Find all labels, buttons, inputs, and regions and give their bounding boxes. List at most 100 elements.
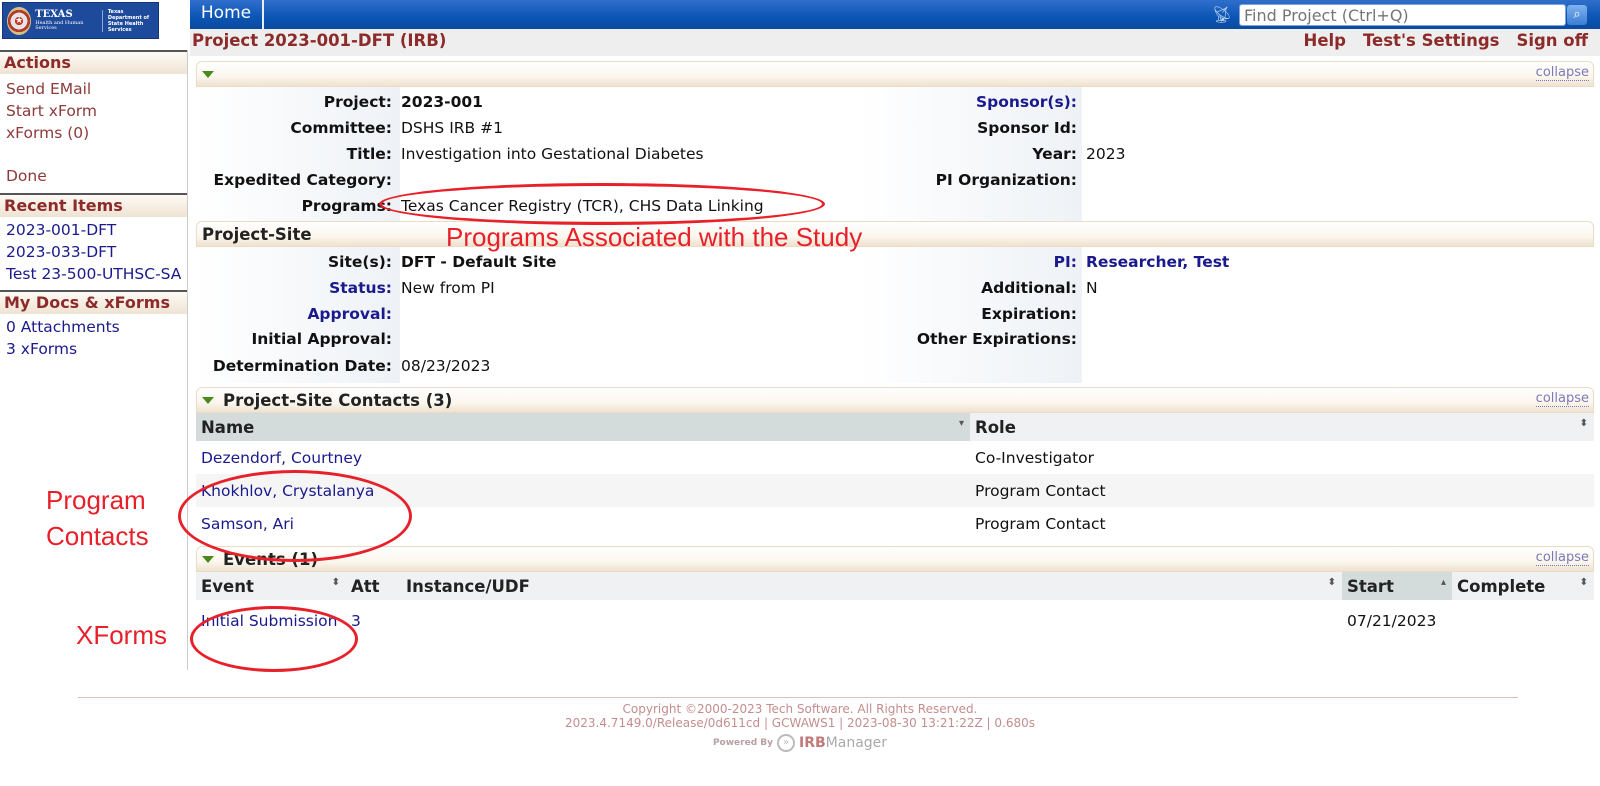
page-title: Project 2023-001-DFT (IRB) [192, 31, 447, 50]
table-row: Initial Submission 3 07/21/2023 [196, 600, 1594, 642]
sort-icon: ⬍ [331, 577, 340, 588]
additional-field: Additional: N [981, 279, 1098, 297]
xforms-link[interactable]: 3 xForms [6, 338, 187, 360]
logo-sub: Health and Human Services [35, 20, 84, 31]
start-date: 07/21/2023 [1347, 612, 1437, 630]
approval-field: Approval: [307, 305, 392, 323]
pi-link[interactable]: Researcher, Test [1077, 253, 1229, 271]
contact-role: Program Contact [970, 474, 1594, 507]
contact-role: Co-Investigator [975, 448, 1095, 467]
sort-icon: ⬍ [1579, 577, 1588, 588]
sort-desc-icon: ▾ [958, 418, 964, 429]
role-column-header[interactable]: Role ⬍ [970, 413, 1594, 441]
my-docs-list: 0 Attachments 3 xForms [0, 314, 187, 366]
sidebar-divider [187, 50, 188, 670]
footer-divider [78, 697, 1518, 698]
logo-dept: Texas Department of State Health Service… [107, 8, 150, 33]
sort-icon: ⬍ [1327, 577, 1336, 588]
collapse-link[interactable]: collapse [1535, 392, 1589, 407]
sponsors-field: Sponsor(s): [975, 93, 1077, 111]
programs-annotation: Programs Associated with the Study [446, 222, 863, 252]
contacts-title: Project-Site Contacts (3) [223, 391, 453, 410]
expand-triangle-icon[interactable] [202, 71, 214, 78]
project-site-info: Site(s): DFT - Default Site Status: New … [196, 247, 1594, 383]
sort-icon: ⬍ [1579, 418, 1588, 429]
logo-text: TEXAS [35, 9, 73, 20]
title-field: Title: Investigation into Gestational Di… [346, 145, 704, 163]
initial-approval-field: Initial Approval: [251, 330, 392, 348]
complete-date [1452, 600, 1594, 642]
xforms-annotation-ellipse [190, 606, 358, 672]
recent-item[interactable]: 2023-033-DFT [6, 241, 187, 263]
top-nav-bar: Home 📡︎ ⌕ [190, 0, 1600, 29]
events-table: Event ⬍ Att Instance/UDF ⬍ Start ▴ Compl… [196, 572, 1594, 642]
committee-field: Committee: DSHS IRB #1 [290, 119, 503, 137]
header-links: Help Test's Settings Sign off [1304, 31, 1588, 50]
find-project-input[interactable] [1239, 4, 1566, 26]
status-field: Status: New from PI [329, 279, 495, 297]
my-docs-header: My Docs & xForms [0, 290, 187, 314]
collapse-triangle-icon[interactable] [202, 397, 214, 404]
determination-date-field: Determination Date: 08/23/2023 [212, 357, 491, 375]
pi-field: PI: Researcher, Test [1053, 253, 1230, 271]
name-column-header[interactable]: Name ▾ [196, 413, 970, 441]
project-field: Project: 2023-001 [323, 93, 483, 111]
complete-column-header[interactable]: Complete ⬍ [1452, 572, 1594, 600]
collapse-link[interactable]: collapse [1535, 551, 1589, 566]
recent-items-list: 2023-001-DFT 2023-033-DFT Test 23-500-UT… [0, 217, 187, 290]
collapse-link[interactable]: collapse [1535, 66, 1589, 81]
footer: Copyright ©2000-2023 Tech Software. All … [0, 702, 1600, 752]
collapse-triangle-icon[interactable] [202, 556, 214, 563]
texas-seal-icon [7, 6, 32, 35]
project-site-title: Project-Site [202, 225, 312, 244]
contact-role: Program Contact [975, 514, 1106, 533]
year-field: Year: 2023 [1032, 145, 1126, 163]
done-action[interactable]: Done [6, 165, 187, 187]
sidebar: Actions Send EMail Start xForm xForms (0… [0, 50, 187, 366]
broadcast-icon[interactable]: 📡︎ [1212, 5, 1232, 25]
texas-hhs-logo[interactable]: TEXAS Health and Human Services Texas De… [2, 2, 159, 39]
actions-list: Send EMail Start xForm xForms (0) Done [0, 74, 187, 193]
instance-cell [401, 600, 1342, 642]
sponsor-id-field: Sponsor Id: [977, 119, 1077, 137]
powered-by: Powered By » IRBManager [712, 734, 888, 752]
sort-asc-icon: ▴ [1440, 577, 1446, 588]
xforms-annotation: XForms [76, 620, 167, 650]
tab-home[interactable]: Home [190, 0, 264, 29]
help-link[interactable]: Help [1304, 31, 1346, 50]
events-section-header: Events (1) collapse [196, 546, 1594, 572]
contact-name-link[interactable]: Dezendorf, Courtney [201, 449, 362, 467]
expedited-category-field: Expedited Category: [213, 171, 392, 189]
search-icon[interactable]: ⌕ [1567, 5, 1587, 25]
page-header: Project 2023-001-DFT (IRB) Help Test's S… [190, 29, 1600, 56]
start-xform-action[interactable]: Start xForm [6, 100, 187, 122]
attachments-link[interactable]: 0 Attachments [6, 316, 187, 338]
programs-annotation-ellipse [379, 183, 825, 225]
start-column-header[interactable]: Start ▴ [1342, 572, 1452, 600]
contacts-annotation: Program Contacts [46, 485, 149, 551]
table-row: Dezendorf, Courtney Co-Investigator [196, 441, 1594, 474]
project-section-header: collapse [196, 61, 1594, 87]
recent-item[interactable]: Test 23-500-UTHSC-SA [6, 265, 186, 284]
att-column-header[interactable]: Att [346, 572, 401, 600]
logo-divider [101, 9, 103, 32]
copyright-text: Copyright ©2000-2023 Tech Software. All … [622, 702, 978, 716]
irbmanager-logo-icon: » [777, 734, 795, 752]
expiration-field: Expiration: [981, 305, 1077, 323]
instance-column-header[interactable]: Instance/UDF ⬍ [401, 572, 1342, 600]
main-content: collapse Project: 2023-001 Committee: DS… [196, 61, 1594, 642]
contacts-section-header: Project-Site Contacts (3) collapse [196, 387, 1594, 413]
other-expirations-field: Other Expirations: [916, 330, 1077, 348]
project-site-section-header: Project-Site [196, 221, 1594, 247]
actions-header: Actions [0, 50, 187, 74]
recent-item[interactable]: 2023-001-DFT [6, 219, 187, 241]
settings-link[interactable]: Test's Settings [1363, 31, 1499, 50]
pi-organization-field: PI Organization: [935, 171, 1077, 189]
recent-items-header: Recent Items [0, 193, 187, 217]
xforms-action[interactable]: xForms (0) [6, 122, 187, 144]
sign-off-link[interactable]: Sign off [1516, 31, 1588, 50]
send-email-action[interactable]: Send EMail [6, 78, 187, 100]
build-info: 2023.4.7149.0/Release/0d611cd | GCWAWS1 … [565, 716, 1035, 730]
contacts-annotation-ellipse [178, 470, 412, 562]
event-column-header[interactable]: Event ⬍ [196, 572, 346, 600]
